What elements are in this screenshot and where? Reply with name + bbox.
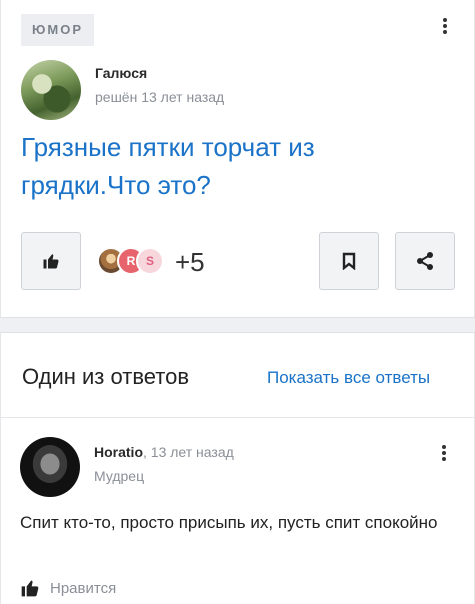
answer-author-rank: Мудрец (94, 468, 145, 484)
avatar[interactable] (21, 60, 81, 120)
answer-like-button[interactable]: Нравится (20, 578, 116, 598)
more-vertical-icon[interactable] (435, 14, 455, 38)
bookmark-button[interactable] (319, 232, 379, 290)
question-card: ЮМОР Галюся решён 13 лет назад Грязные п… (0, 0, 475, 318)
question-status: решён 13 лет назад (95, 89, 225, 105)
liker-avatar[interactable]: S (136, 247, 164, 275)
answers-heading: Один из ответов (22, 364, 190, 389)
avatar[interactable] (20, 437, 80, 497)
thumbs-up-icon (21, 580, 39, 597)
question-title[interactable]: Грязные пятки торчат из грядки.Что это? (21, 128, 441, 204)
answer-time: , 13 лет назад (143, 444, 234, 460)
show-all-answers-link[interactable]: Показать все ответы (267, 368, 430, 388)
thumbs-up-icon (43, 254, 59, 269)
answer-text: Спит кто-то, просто присыпь их, пусть сп… (20, 513, 438, 532)
share-button[interactable] (395, 232, 455, 290)
author-name[interactable]: Галюся (95, 65, 147, 81)
more-vertical-icon[interactable] (434, 441, 454, 465)
answer-author: Horatio, 13 лет назад (94, 444, 234, 460)
answer-author-name[interactable]: Horatio (94, 444, 143, 460)
likes-more-count[interactable]: +5 (175, 247, 205, 277)
share-icon (417, 252, 433, 270)
divider (0, 417, 475, 418)
answer-like-label: Нравится (50, 579, 117, 597)
bookmark-icon (342, 252, 356, 270)
like-button[interactable] (21, 232, 81, 290)
category-badge[interactable]: ЮМОР (21, 14, 95, 46)
